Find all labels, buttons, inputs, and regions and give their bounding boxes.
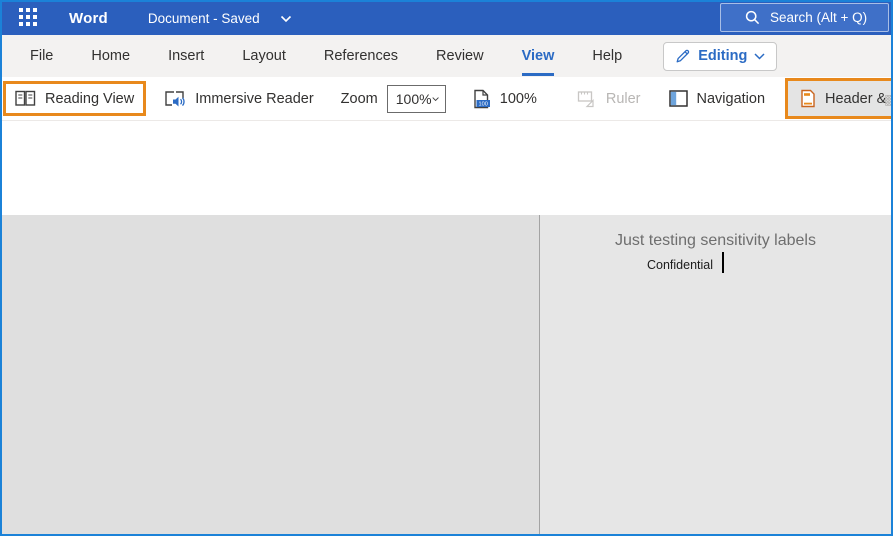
header-footer-page-icon xyxy=(801,89,815,108)
text-cursor-caret xyxy=(722,252,724,273)
ruler-icon xyxy=(577,90,594,107)
document-title-chevron-down-icon[interactable] xyxy=(280,15,292,23)
editing-label: Editing xyxy=(698,48,748,64)
menubar: File Home Insert Layout References Revie… xyxy=(2,35,891,77)
document-body-text: Just testing sensitivity labels xyxy=(615,232,816,249)
reading-view-label: Reading View xyxy=(45,90,135,107)
zoom-label: Zoom xyxy=(340,90,378,107)
ruler-toggle-button: Ruler xyxy=(568,84,650,114)
search-box[interactable]: Search (Alt + Q) xyxy=(720,3,889,32)
search-icon xyxy=(745,10,760,25)
immersive-reader-label: Immersive Reader xyxy=(195,90,314,107)
ruler-label: Ruler xyxy=(605,90,641,107)
titlebar: Word Document - Saved Search (Alt + Q) xyxy=(2,2,891,35)
zoom-100-label: 100% xyxy=(499,90,537,107)
reading-view-book-icon xyxy=(15,90,36,106)
navigation-label: Navigation xyxy=(696,90,766,107)
app-name: Word xyxy=(69,10,108,27)
tab-layout[interactable]: Layout xyxy=(242,36,286,76)
word-online-window: Word Document - Saved Search (Alt + Q) F… xyxy=(0,0,893,536)
header-footer-highlight-box: Header & Footer xyxy=(785,78,891,119)
immersive-reader-icon xyxy=(165,90,185,106)
zoom-select-value: 100% xyxy=(395,90,432,107)
header-footer-button[interactable]: Header & Footer xyxy=(788,81,891,116)
dimmed-page-right-region[interactable]: Just testing sensitivity labels xyxy=(540,215,891,534)
reading-view-button[interactable]: Reading View xyxy=(6,84,143,113)
zoom-to-100-button[interactable]: 100 100% xyxy=(463,83,546,115)
cutoff-ribbon-item-icon: ▩ xyxy=(884,91,891,107)
tab-insert[interactable]: Insert xyxy=(168,36,204,76)
document-header-text[interactable]: Confidential xyxy=(647,258,713,272)
zoom-100-badge: 100 xyxy=(478,101,487,107)
immersive-reader-button[interactable]: Immersive Reader xyxy=(155,84,322,114)
zoom-select-dropdown[interactable]: 100% xyxy=(386,84,446,113)
tab-home[interactable]: Home xyxy=(91,36,130,76)
tab-view[interactable]: View xyxy=(521,36,555,76)
navigation-toggle-button[interactable]: Navigation xyxy=(660,84,775,113)
header-footer-label: Header & Footer xyxy=(825,90,891,107)
tab-references[interactable]: References xyxy=(324,36,398,76)
tab-file[interactable]: File xyxy=(30,36,53,76)
document-body-area: Just testing sensitivity labels xyxy=(2,215,891,534)
tab-review[interactable]: Review xyxy=(436,36,484,76)
reading-view-highlight-box: Reading View xyxy=(3,81,147,116)
navigation-pane-icon xyxy=(668,90,688,107)
document-title-status[interactable]: Document - Saved xyxy=(148,11,260,26)
document-header-area[interactable]: Confidential xyxy=(2,121,891,273)
pencil-icon xyxy=(676,49,690,63)
app-launcher-waffle-icon[interactable] xyxy=(19,7,41,30)
zoom-select-chevron-down-icon xyxy=(431,96,439,101)
editing-mode-button[interactable]: Editing xyxy=(663,41,778,71)
dimmed-page-left-region[interactable] xyxy=(2,215,539,534)
editing-chevron-down-icon xyxy=(754,52,765,60)
ribbon-view-tab: Reading View Immersive Reader Zoom 100% xyxy=(2,77,891,121)
zoom-100-page-icon: 100 xyxy=(474,89,490,108)
tab-help[interactable]: Help xyxy=(592,36,622,76)
search-placeholder: Search (Alt + Q) xyxy=(770,10,868,25)
